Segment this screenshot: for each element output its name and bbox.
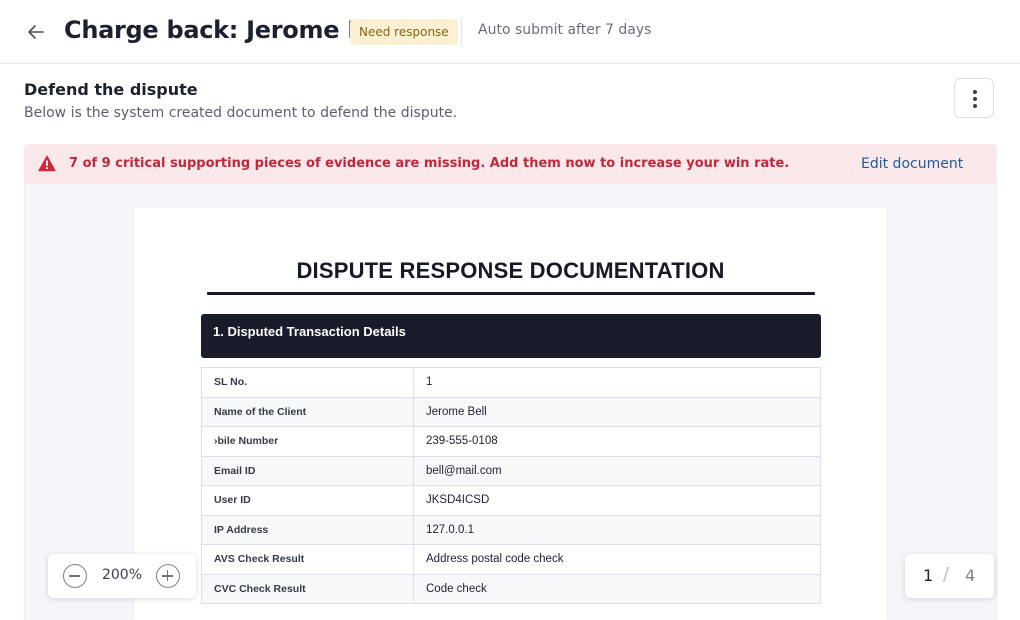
arrow-left-icon[interactable] [24,18,48,46]
document-section-title: 1. Disputed Transaction Details [213,324,406,339]
row-label: Name of the Client [201,396,414,427]
row-label: User ID [201,485,414,516]
table-row: ›bile Number 239-555-0108 [201,426,821,457]
edit-document-link[interactable]: Edit document [861,156,963,172]
row-value: 1 [413,367,821,398]
status-badge: Need response [350,19,458,45]
page-counter: 1 / 4 [905,554,994,598]
row-value: Address postal code check [413,544,821,575]
plus-circle-icon-stem [166,570,169,581]
header-divider [461,18,462,46]
zoom-control: 200% [48,554,196,598]
current-page[interactable]: 1 [923,566,933,585]
table-row: SL No. 1 [201,367,821,398]
zoom-in-button[interactable] [156,564,180,588]
auto-submit-text: Auto submit after 7 days [478,22,652,38]
row-value: Code check [413,573,821,604]
row-value: Jerome Bell [413,396,821,427]
total-pages: 4 [965,566,976,585]
transaction-details-table: SL No. 1 Name of the Client Jerome Bell … [201,367,821,604]
row-label: AVS Check Result [201,544,414,575]
page-header: Charge back: Jerome Bell Need response A… [0,0,1020,64]
section-title: Defend the dispute [24,80,198,99]
table-row: Email ID bell@mail.com [201,455,821,486]
page-title: Charge back: Jerome Bell [64,16,398,44]
table-row: IP Address 127.0.0.1 [201,514,821,545]
section-subtitle: Below is the system created document to … [24,105,458,121]
page-separator: / [943,564,950,585]
row-label: Email ID [201,455,414,486]
row-value: bell@mail.com [413,455,821,486]
warning-triangle-icon [38,155,56,172]
document-section-header: 1. Disputed Transaction Details [201,314,821,358]
table-row: Name of the Client Jerome Bell [201,396,821,427]
row-value: JKSD4ICSD [413,485,821,516]
more-vertical-icon-dot [973,104,977,108]
row-value: 127.0.0.1 [413,514,821,545]
alert-message: 7 of 9 critical supporting pieces of evi… [69,156,790,171]
table-row: AVS Check Result Address postal code che… [201,544,821,575]
table-row: CVC Check Result Code check [201,573,821,604]
more-vertical-icon-dot [973,97,977,101]
row-label: CVC Check Result [201,573,414,604]
row-label: SL No. [201,367,414,398]
row-label: IP Address [201,514,414,545]
more-vertical-icon [973,90,977,94]
document-title: DISPUTE RESPONSE DOCUMENTATION [296,258,725,283]
document-page: DISPUTE RESPONSE DOCUMENTATION 1. Disput… [134,208,887,620]
table-row: User ID JKSD4ICSD [201,485,821,516]
row-label: ›bile Number [201,426,414,457]
row-value: 239-555-0108 [413,426,821,457]
more-options-button[interactable] [954,78,994,118]
missing-evidence-alert: 7 of 9 critical supporting pieces of evi… [24,144,997,184]
title-rule [207,292,815,295]
